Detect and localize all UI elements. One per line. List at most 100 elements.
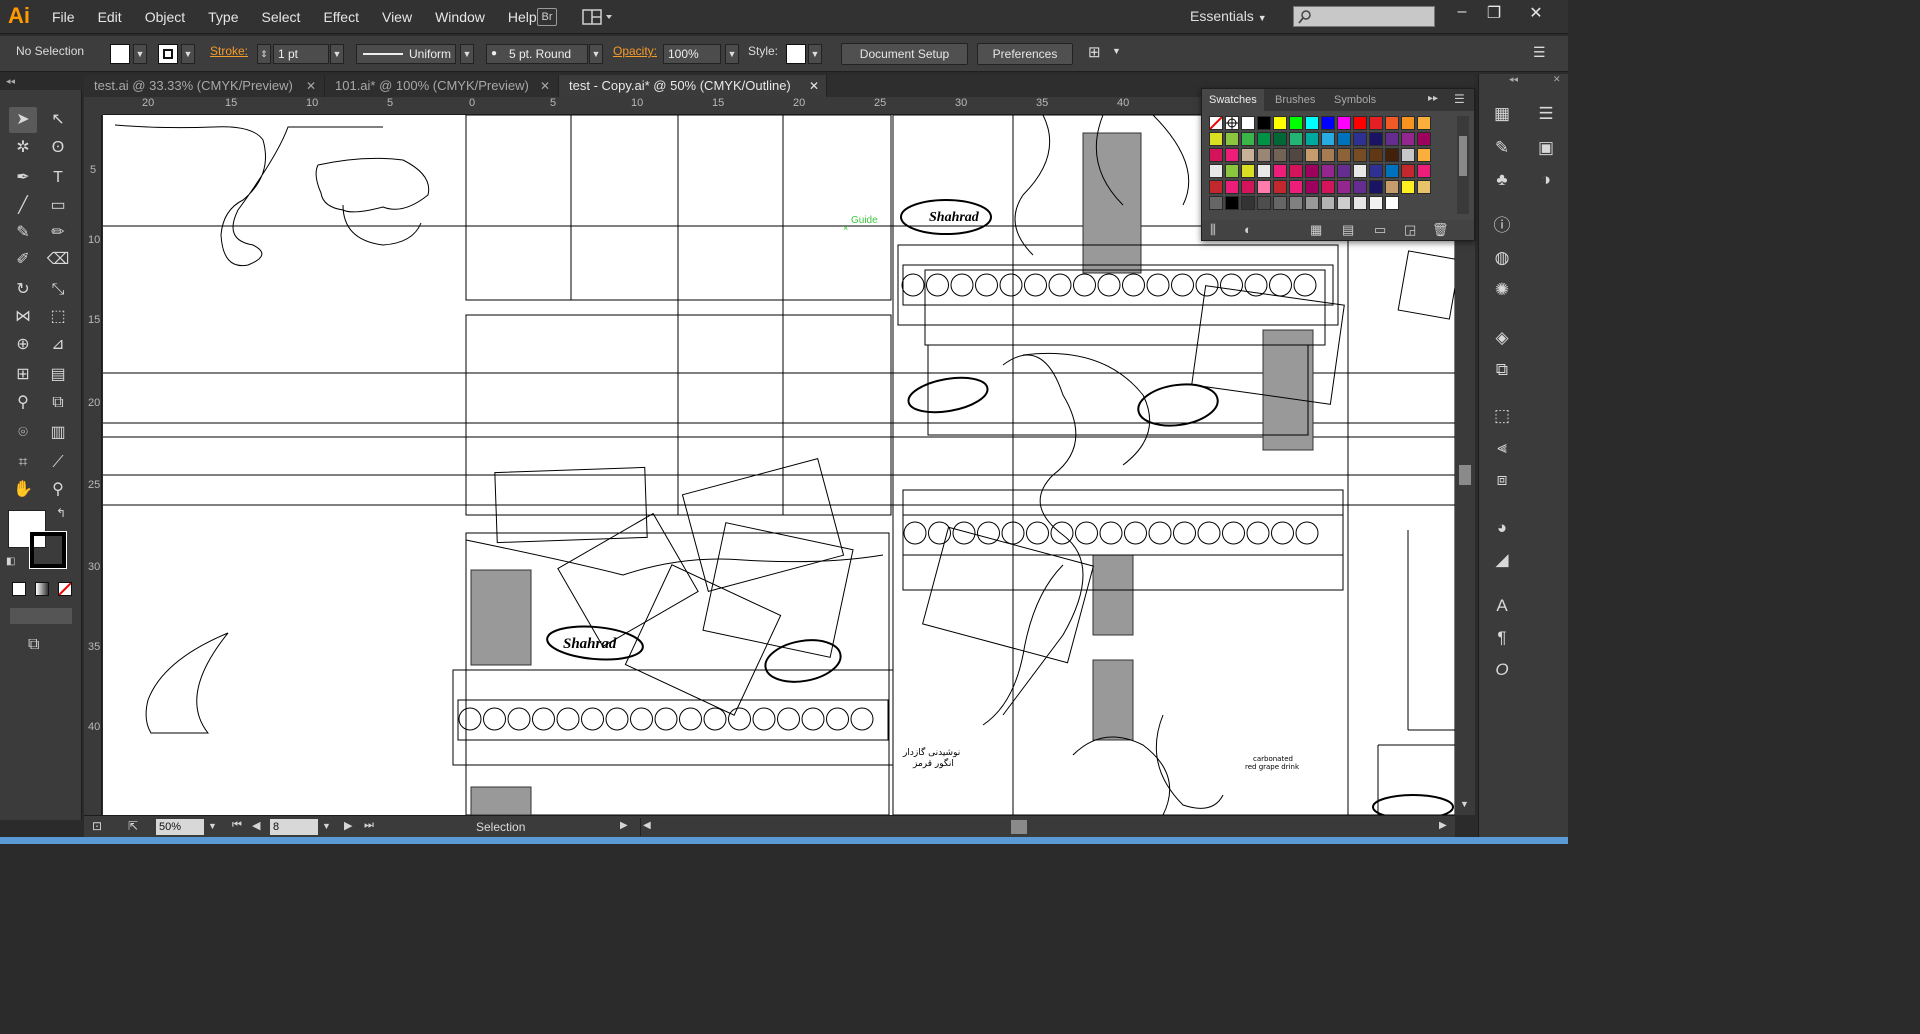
- color-swatch[interactable]: [1225, 132, 1239, 146]
- color-swatch[interactable]: [1385, 148, 1399, 162]
- color-swatch[interactable]: [1353, 148, 1367, 162]
- color-swatch[interactable]: [1305, 196, 1319, 210]
- first-artboard-icon[interactable]: ⏮: [232, 819, 242, 832]
- swatch-options-icon[interactable]: ▦: [1310, 222, 1322, 238]
- color-swatch[interactable]: [1353, 196, 1367, 210]
- artboards-panel-icon[interactable]: ⧉: [1487, 356, 1517, 384]
- registration-swatch[interactable]: [1225, 116, 1239, 130]
- color-swatch[interactable]: [1305, 164, 1319, 178]
- brushes-panel-icon[interactable]: ✎: [1487, 134, 1517, 162]
- color-swatch[interactable]: [1273, 180, 1287, 194]
- folder-icon[interactable]: ▭: [1374, 222, 1386, 238]
- free-transform-tool-icon[interactable]: ⬚: [44, 304, 72, 330]
- color-guide-panel-icon[interactable]: ◕: [1487, 514, 1517, 542]
- rotate-tool-icon[interactable]: ↻: [9, 277, 37, 303]
- panel-menu-icon[interactable]: ☰: [1533, 44, 1546, 61]
- preferences-button[interactable]: Preferences: [977, 43, 1073, 65]
- document-setup-button[interactable]: Document Setup: [841, 43, 968, 65]
- menu-file[interactable]: File: [52, 9, 75, 25]
- color-swatch[interactable]: [1321, 132, 1335, 146]
- scroll-right-icon[interactable]: ▶: [1439, 820, 1447, 831]
- eraser-tool-icon[interactable]: ⌫: [44, 247, 72, 273]
- default-colors-icon[interactable]: ◧: [6, 556, 15, 567]
- tab-test-ai[interactable]: test.ai @ 33.33% (CMYK/Preview) ✕: [84, 75, 325, 97]
- opacity-label[interactable]: Opacity:: [613, 44, 657, 58]
- perspective-grid-tool-icon[interactable]: ⊿: [44, 332, 72, 358]
- color-swatch[interactable]: [1321, 180, 1335, 194]
- color-swatch[interactable]: [1209, 148, 1223, 162]
- style-dropdown[interactable]: ▼: [808, 44, 822, 64]
- layers-panel-icon[interactable]: ◈: [1487, 324, 1517, 352]
- color-swatch[interactable]: [1321, 164, 1335, 178]
- color-swatch[interactable]: [1289, 164, 1303, 178]
- color-swatch[interactable]: [1369, 132, 1383, 146]
- gradient-panel-icon[interactable]: ◢: [1487, 546, 1517, 574]
- stroke-label[interactable]: Stroke:: [210, 44, 248, 58]
- graphic-styles-panel-icon[interactable]: ✺: [1487, 276, 1517, 304]
- info-panel-icon[interactable]: ⓘ: [1487, 212, 1517, 240]
- swap-colors-icon[interactable]: ↰: [56, 506, 66, 520]
- stroke-color-dropdown[interactable]: ▼: [181, 44, 195, 64]
- color-swatch[interactable]: [1241, 164, 1255, 178]
- color-swatch[interactable]: [1241, 180, 1255, 194]
- color-swatch[interactable]: [1337, 148, 1351, 162]
- color-swatch[interactable]: [1289, 116, 1303, 130]
- hand-tool-icon[interactable]: ✋: [9, 477, 37, 503]
- menu-window[interactable]: Window: [435, 9, 485, 25]
- gradient-tool-icon[interactable]: ▤: [44, 362, 72, 388]
- slice-tool-icon[interactable]: ⟋: [44, 450, 72, 476]
- color-swatch[interactable]: [1369, 116, 1383, 130]
- width-tool-icon[interactable]: ⋈: [9, 304, 37, 330]
- trash-icon[interactable]: 🗑: [1432, 222, 1449, 238]
- bridge-button[interactable]: Br: [537, 8, 557, 26]
- close-icon[interactable]: ✕: [540, 75, 550, 97]
- color-swatch[interactable]: [1321, 116, 1335, 130]
- zoom-dropdown-icon[interactable]: ▼: [208, 821, 217, 831]
- color-swatch[interactable]: [1225, 148, 1239, 162]
- type-tool-icon[interactable]: T: [44, 165, 72, 191]
- stroke-panel-icon[interactable]: ☰: [1531, 100, 1561, 128]
- fill-color-swatch[interactable]: [110, 44, 130, 64]
- color-mode-icon[interactable]: [12, 582, 26, 596]
- tab-test-copy-ai[interactable]: test - Copy.ai* @ 50% (CMYK/Outline) ✕: [559, 75, 827, 97]
- color-swatch[interactable]: [1209, 132, 1223, 146]
- color-swatch[interactable]: [1353, 132, 1367, 146]
- color-swatch[interactable]: [1289, 196, 1303, 210]
- menu-effect[interactable]: Effect: [323, 9, 359, 25]
- brush-dropdown[interactable]: ▼: [589, 44, 603, 64]
- line-tool-icon[interactable]: ╱: [9, 193, 37, 219]
- shape-builder-tool-icon[interactable]: ⊕: [9, 332, 37, 358]
- color-swatch[interactable]: [1225, 164, 1239, 178]
- color-swatch[interactable]: [1353, 164, 1367, 178]
- fill-dropdown[interactable]: ▼: [133, 44, 147, 64]
- color-swatch[interactable]: [1417, 180, 1431, 194]
- swatch-libraries-icon[interactable]: ⫼: [1210, 222, 1216, 238]
- color-swatch[interactable]: [1401, 116, 1415, 130]
- stroke-weight-field[interactable]: 1 pt: [273, 44, 329, 64]
- symbol-sprayer-tool-icon[interactable]: ⌾: [9, 420, 37, 446]
- scroll-thumb[interactable]: [1459, 136, 1467, 176]
- transform-panel-icon[interactable]: ⬚: [1487, 402, 1517, 430]
- color-swatch[interactable]: [1289, 180, 1303, 194]
- color-swatch[interactable]: [1337, 116, 1351, 130]
- color-panel-icon[interactable]: ◑: [1531, 166, 1561, 194]
- ruler-origin[interactable]: [84, 97, 103, 115]
- selection-tool-icon[interactable]: ➤: [9, 107, 37, 133]
- stroke-weight-dropdown[interactable]: ▼: [330, 44, 344, 64]
- variable-width-profile[interactable]: Uniform: [356, 44, 456, 64]
- color-swatch[interactable]: [1385, 132, 1399, 146]
- zoom-field[interactable]: 50%: [156, 819, 204, 835]
- previous-artboard-icon[interactable]: ◀: [252, 819, 260, 832]
- color-swatch[interactable]: [1369, 164, 1383, 178]
- color-swatch[interactable]: [1305, 148, 1319, 162]
- graphic-style-swatch[interactable]: [786, 44, 806, 64]
- share-icon[interactable]: ⇱: [128, 819, 138, 833]
- color-swatch[interactable]: [1241, 148, 1255, 162]
- swatch-scrollbar[interactable]: [1457, 116, 1469, 214]
- stroke-color-swatch[interactable]: [158, 44, 178, 64]
- new-swatch-icon[interactable]: ◲: [1404, 222, 1416, 238]
- pen-tool-icon[interactable]: ✒: [9, 165, 37, 191]
- menu-select[interactable]: Select: [262, 9, 301, 25]
- direct-selection-tool-icon[interactable]: ↖: [44, 107, 72, 133]
- color-swatch[interactable]: [1273, 132, 1287, 146]
